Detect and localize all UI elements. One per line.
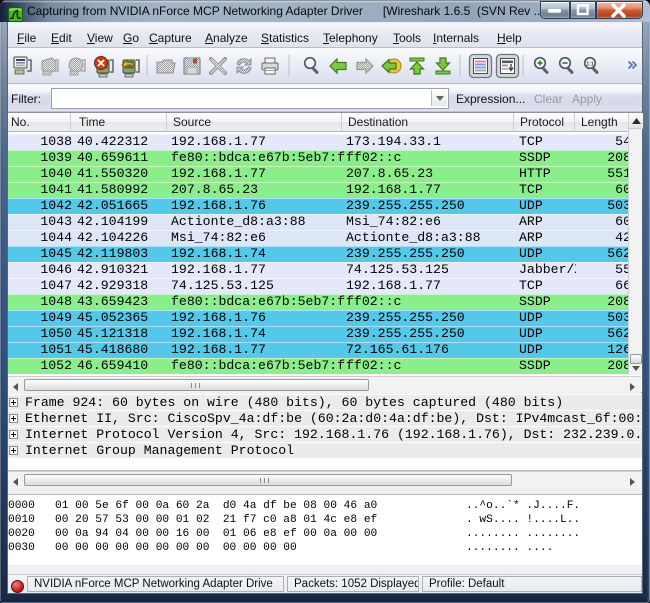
svg-text:1:1: 1:1 [586,62,594,68]
